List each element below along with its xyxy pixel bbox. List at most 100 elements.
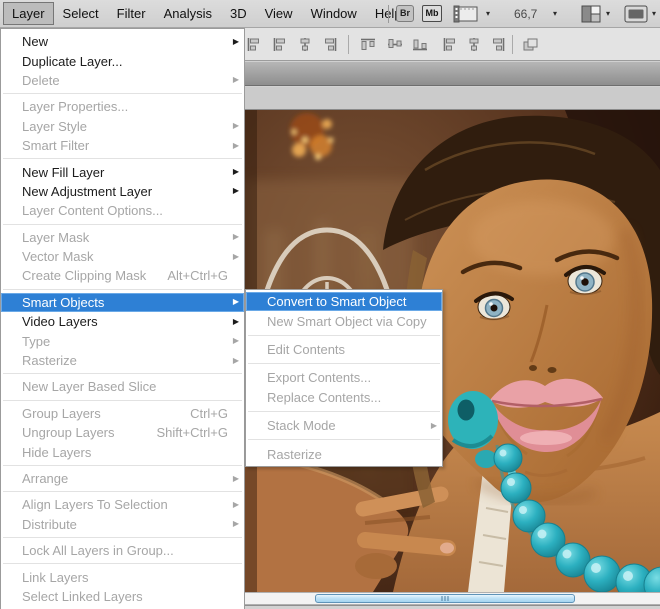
workspace-layout-icon[interactable]	[581, 5, 601, 28]
menu-item-distribute[interactable]: Distribute▶	[1, 515, 244, 534]
distribute-right-edges-icon[interactable]	[490, 37, 506, 52]
menubar-item-filter[interactable]: Filter	[108, 2, 155, 25]
menu-item-smart-filter[interactable]: Smart Filter▶	[1, 136, 244, 155]
menu-item-new-layer-based-slice[interactable]: New Layer Based Slice	[1, 377, 244, 396]
menu-item-shortcut: Alt+Ctrl+G	[167, 268, 228, 283]
zoom-level-dropdown-icon[interactable]: ▾	[553, 10, 557, 18]
mb-button[interactable]: Mb	[422, 5, 442, 22]
menu-item-edit-contents[interactable]: Edit Contents	[246, 340, 442, 359]
menu-item-select-linked-layers[interactable]: Select Linked Layers	[1, 587, 244, 606]
menu-item-layer-mask[interactable]: Layer Mask▶	[1, 228, 244, 247]
align-vertical-centers-icon[interactable]	[387, 37, 403, 52]
menu-item-label: Distribute	[22, 517, 77, 532]
distribute-horizontal-centers-icon[interactable]	[466, 37, 482, 52]
menu-item-new[interactable]: New▶	[1, 32, 244, 51]
screen-mode-dropdown-icon[interactable]: ▾	[652, 10, 656, 18]
menu-item-label: Duplicate Layer...	[22, 54, 122, 69]
menubar-item-window[interactable]: Window	[302, 2, 366, 25]
menu-item-shortcut: Ctrl+G	[190, 406, 228, 421]
menu-item-label: Stack Mode	[267, 418, 336, 433]
menu-item-new-smart-object-via-copy[interactable]: New Smart Object via Copy	[246, 311, 442, 330]
menu-item-stack-mode[interactable]: Stack Mode ▶	[246, 416, 442, 435]
menu-item-rasterize[interactable]: Rasterize▶	[1, 351, 244, 370]
menu-item-create-clipping-mask[interactable]: Create Clipping MaskAlt+Ctrl+G	[1, 266, 244, 285]
menu-item-delete[interactable]: Delete▶	[1, 71, 244, 90]
menu-item-layer-content-options[interactable]: Layer Content Options...	[1, 201, 244, 220]
menu-item-label: New Layer Based Slice	[22, 379, 156, 394]
align-bottom-edges-icon[interactable]	[412, 37, 428, 52]
menu-separator	[3, 491, 242, 492]
menu-item-label: Arrange	[22, 471, 68, 486]
menu-separator	[248, 439, 440, 440]
menu-item-layer-properties[interactable]: Layer Properties...	[1, 97, 244, 116]
align-horizontal-centers-icon[interactable]	[297, 37, 313, 52]
menu-separator	[3, 158, 242, 159]
layer-menu-panel: New▶Duplicate Layer...Delete▶Layer Prope…	[0, 28, 245, 609]
menu-item-label: Link Layers	[22, 570, 88, 585]
submenu-arrow-icon: ▶	[233, 122, 239, 130]
menu-item-ungroup-layers[interactable]: Ungroup LayersShift+Ctrl+G	[1, 423, 244, 442]
menu-item-label: New Fill Layer	[22, 165, 104, 180]
toolbar-separator	[388, 5, 389, 23]
menu-item-label: New Smart Object via Copy	[267, 314, 427, 329]
fingernail	[440, 543, 454, 554]
menu-item-label: Hide Layers	[22, 445, 91, 460]
menubar-item-layer[interactable]: Layer	[3, 2, 54, 25]
video-preview-icon[interactable]	[453, 5, 479, 28]
align-left-edges-icon[interactable]	[272, 37, 288, 52]
menu-item-label: Convert to Smart Object	[267, 294, 406, 309]
menu-item-vector-mask[interactable]: Vector Mask▶	[1, 247, 244, 266]
submenu-arrow-icon: ▶	[431, 422, 437, 430]
submenu-arrow-icon: ▶	[233, 318, 239, 326]
menu-item-arrange[interactable]: Arrange▶	[1, 469, 244, 488]
submenu-arrow-icon: ▶	[233, 501, 239, 509]
menu-item-align-layers-to-selection[interactable]: Align Layers To Selection▶	[1, 495, 244, 514]
zoom-level-value[interactable]: 66,7	[514, 7, 537, 21]
menu-item-label: New Adjustment Layer	[22, 184, 152, 199]
menu-item-label: Rasterize	[22, 353, 77, 368]
menubar-item-analysis[interactable]: Analysis	[155, 2, 221, 25]
menu-item-smart-objects[interactable]: Smart Objects▶	[1, 293, 244, 312]
menu-item-duplicate-layer[interactable]: Duplicate Layer...	[1, 51, 244, 70]
menu-item-export-contents[interactable]: Export Contents...	[246, 368, 442, 387]
align-top-edges-icon[interactable]	[246, 37, 262, 52]
menu-item-label: Ungroup Layers	[22, 425, 115, 440]
menu-item-label: Export Contents...	[267, 370, 371, 385]
menu-item-label: Select Linked Layers	[22, 589, 143, 604]
workspace-layout-dropdown-icon[interactable]: ▾	[606, 10, 610, 18]
menubar-item-select[interactable]: Select	[54, 2, 108, 25]
align-top-edges-2-icon[interactable]	[360, 37, 376, 52]
menu-item-new-fill-layer[interactable]: New Fill Layer▶	[1, 162, 244, 181]
menubar-item-3d[interactable]: 3D	[221, 2, 256, 25]
menu-item-lock-all-layers-in-group[interactable]: Lock All Layers in Group...	[1, 541, 244, 560]
menu-separator	[3, 537, 242, 538]
align-right-edges-icon[interactable]	[322, 37, 338, 52]
menu-item-label: Type	[22, 334, 50, 349]
menu-item-rasterize[interactable]: Rasterize	[246, 444, 442, 463]
menu-item-replace-contents[interactable]: Replace Contents...	[246, 388, 442, 407]
submenu-arrow-icon: ▶	[233, 76, 239, 84]
menu-item-layer-style[interactable]: Layer Style▶	[1, 117, 244, 136]
menu-item-type[interactable]: Type▶	[1, 331, 244, 350]
menu-item-video-layers[interactable]: Video Layers▶	[1, 312, 244, 331]
menu-item-group-layers[interactable]: Group LayersCtrl+G	[1, 404, 244, 423]
menu-separator	[3, 373, 242, 374]
menu-item-hide-layers[interactable]: Hide Layers	[1, 442, 244, 461]
submenu-arrow-icon: ▶	[233, 233, 239, 241]
menu-item-link-layers[interactable]: Link Layers	[1, 567, 244, 586]
menubar-item-view[interactable]: View	[256, 2, 302, 25]
submenu-arrow-icon: ▶	[233, 253, 239, 261]
video-preview-dropdown-icon[interactable]: ▾	[486, 10, 490, 18]
menu-separator	[3, 289, 242, 290]
distribute-left-edges-icon[interactable]	[442, 37, 458, 52]
menu-item-label: New	[22, 34, 48, 49]
menu-item-new-adjustment-layer[interactable]: New Adjustment Layer▶	[1, 182, 244, 201]
screen-mode-icon[interactable]	[624, 5, 648, 28]
horizontal-scrollbar[interactable]	[245, 592, 660, 605]
menu-separator	[3, 563, 242, 564]
auto-align-layers-icon[interactable]	[522, 37, 538, 52]
scrollbar-thumb[interactable]	[315, 594, 575, 603]
menu-item-convert-to-smart-object[interactable]: Convert to Smart Object	[246, 292, 442, 311]
bridge-button[interactable]: Br	[396, 5, 414, 22]
menu-bar: LayerSelectFilterAnalysis3DViewWindowHel…	[0, 0, 660, 28]
